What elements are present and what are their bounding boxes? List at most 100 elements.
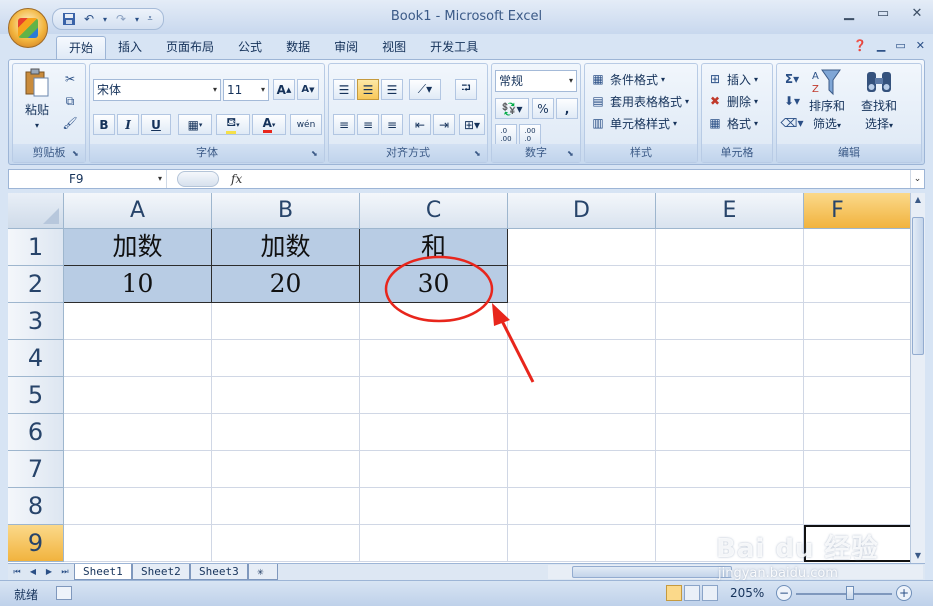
cell-f5[interactable] <box>804 377 910 414</box>
cell-b1[interactable]: 加数 <box>212 229 360 266</box>
zoom-level[interactable]: 205% <box>730 586 764 600</box>
font-size-select[interactable]: 11 ▾ <box>223 79 269 101</box>
cell-e4[interactable] <box>656 340 804 377</box>
cell-f6[interactable] <box>804 414 910 451</box>
minimize-icon[interactable]: ▁ <box>839 4 859 22</box>
horizontal-scroll-thumb[interactable] <box>572 566 732 578</box>
vertical-scrollbar[interactable]: ▲ ▼ <box>910 193 925 563</box>
font-name-select[interactable]: 宋体 ▾ <box>93 79 221 101</box>
cell-b4[interactable] <box>212 340 360 377</box>
tab-insert[interactable]: 插入 <box>106 36 154 60</box>
cell-e1[interactable] <box>656 229 804 266</box>
grow-font-button[interactable]: A ▲ <box>273 79 295 100</box>
borders-button[interactable]: ▦ ▾ <box>178 114 212 135</box>
clipboard-launcher-icon[interactable]: ⬊ <box>72 149 82 159</box>
vertical-scroll-thumb[interactable] <box>912 217 924 355</box>
cell-d7[interactable] <box>508 451 656 488</box>
tab-review[interactable]: 审阅 <box>322 36 370 60</box>
cell-e5[interactable] <box>656 377 804 414</box>
row-header-2[interactable]: 2 <box>8 266 64 303</box>
ribbon-restore-icon[interactable]: ▭ <box>895 39 905 52</box>
align-bottom-button[interactable]: ☰ <box>381 79 403 100</box>
cell-c1[interactable]: 和 <box>360 229 508 266</box>
align-left-button[interactable]: ≡ <box>333 114 355 135</box>
office-button[interactable] <box>8 8 48 48</box>
cell-b6[interactable] <box>212 414 360 451</box>
cell-d9[interactable] <box>508 525 656 562</box>
page-break-view-icon[interactable] <box>702 585 718 601</box>
cell-a8[interactable] <box>64 488 212 525</box>
copy-icon[interactable]: ⧉ <box>61 92 79 110</box>
next-sheet-icon[interactable]: ▶ <box>42 565 56 579</box>
tab-data[interactable]: 数据 <box>274 36 322 60</box>
tab-developer[interactable]: 开发工具 <box>418 36 490 60</box>
page-layout-view-icon[interactable] <box>684 585 700 601</box>
underline-button[interactable]: U <box>141 114 171 135</box>
tab-formulas[interactable]: 公式 <box>226 36 274 60</box>
prev-sheet-icon[interactable]: ◀ <box>26 565 40 579</box>
comma-button[interactable]: , <box>556 98 578 119</box>
find-select-button[interactable]: 查找和 选择▾ <box>861 68 897 132</box>
ribbon-minimize-icon[interactable]: ▁ <box>877 39 885 52</box>
orientation-button[interactable]: ⟋▾ <box>409 79 441 100</box>
cell-d5[interactable] <box>508 377 656 414</box>
conditional-formatting-button[interactable]: ▦ 条件格式 ▾ <box>589 70 665 88</box>
sheet-tab-1[interactable]: Sheet1 <box>74 564 132 580</box>
column-header-d[interactable]: D <box>508 193 656 229</box>
normal-view-icon[interactable] <box>666 585 682 601</box>
first-sheet-icon[interactable]: ⏮ <box>10 565 24 579</box>
cell-a3[interactable] <box>64 303 212 340</box>
zoom-slider-knob[interactable] <box>846 586 854 600</box>
cell-b2[interactable]: 20 <box>212 266 360 303</box>
column-header-e[interactable]: E <box>656 193 804 229</box>
cell-e7[interactable] <box>656 451 804 488</box>
row-header-9[interactable]: 9 <box>8 525 64 562</box>
cell-a1[interactable]: 加数 <box>64 229 212 266</box>
cell-b9[interactable] <box>212 525 360 562</box>
cell-d2[interactable] <box>508 266 656 303</box>
cell-a9[interactable] <box>64 525 212 562</box>
close-icon[interactable]: ✕ <box>907 4 927 22</box>
cell-f4[interactable] <box>804 340 910 377</box>
cell-a6[interactable] <box>64 414 212 451</box>
cell-d4[interactable] <box>508 340 656 377</box>
expand-formula-bar-icon[interactable]: ⌄ <box>910 170 924 188</box>
tab-home[interactable]: 开始 <box>56 36 107 60</box>
cell-a2[interactable]: 10 <box>64 266 212 303</box>
cell-e8[interactable] <box>656 488 804 525</box>
cell-b5[interactable] <box>212 377 360 414</box>
align-middle-button[interactable]: ☰ <box>357 79 379 100</box>
insert-function-icon[interactable]: fx <box>231 170 251 188</box>
accounting-format-button[interactable]: 💱▾ <box>495 98 529 119</box>
zoom-out-icon[interactable]: − <box>776 585 792 601</box>
cell-f3[interactable] <box>804 303 910 340</box>
cell-e6[interactable] <box>656 414 804 451</box>
tab-view[interactable]: 视图 <box>370 36 418 60</box>
paste-button[interactable]: 粘贴 ▾ <box>19 68 55 130</box>
autosum-icon[interactable]: Σ▾ <box>783 70 801 88</box>
maximize-icon[interactable]: ▭ <box>873 4 893 22</box>
tab-page-layout[interactable]: 页面布局 <box>154 36 226 60</box>
number-launcher-icon[interactable]: ⬊ <box>567 149 577 159</box>
row-header-7[interactable]: 7 <box>8 451 64 488</box>
cell-a4[interactable] <box>64 340 212 377</box>
cell-f2[interactable] <box>804 266 910 303</box>
scroll-down-icon[interactable]: ▼ <box>911 549 925 563</box>
format-painter-icon[interactable]: 🖌 <box>61 114 79 132</box>
ribbon-close-icon[interactable]: ✕ <box>916 39 925 52</box>
increase-decimal-button[interactable]: .0.00 <box>495 124 517 145</box>
column-header-c[interactable]: C <box>360 193 508 229</box>
select-all-button[interactable] <box>8 193 64 229</box>
column-header-f[interactable]: F <box>804 193 910 229</box>
formula-input[interactable] <box>253 170 909 188</box>
column-header-a[interactable]: A <box>64 193 212 229</box>
cut-icon[interactable]: ✂ <box>61 70 79 88</box>
zoom-slider[interactable] <box>796 593 892 595</box>
cell-c6[interactable] <box>360 414 508 451</box>
cell-a7[interactable] <box>64 451 212 488</box>
column-header-b[interactable]: B <box>212 193 360 229</box>
cell-d1[interactable] <box>508 229 656 266</box>
number-format-select[interactable]: 常规 ▾ <box>495 70 577 92</box>
bold-button[interactable]: B <box>93 114 115 135</box>
percent-button[interactable]: % <box>532 98 554 119</box>
